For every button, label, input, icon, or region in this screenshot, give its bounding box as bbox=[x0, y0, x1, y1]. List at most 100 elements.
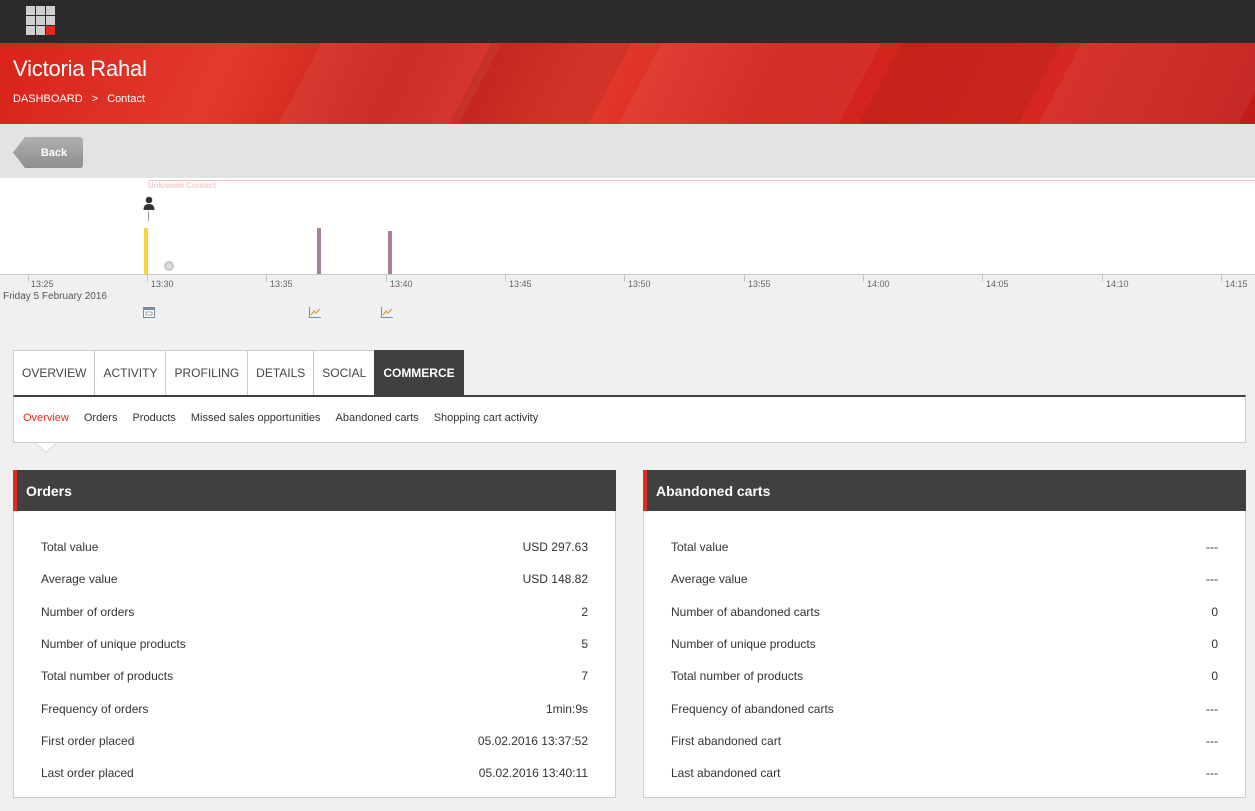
orders-row: Last order placed 05.02.2016 13:40:11 bbox=[41, 757, 588, 789]
tick bbox=[624, 274, 625, 282]
tick-label: 13:55 bbox=[748, 279, 771, 289]
activity-timeline: Unknown Contact bbox=[0, 178, 1255, 274]
row-label: Number of unique products bbox=[671, 637, 816, 652]
tick bbox=[982, 274, 983, 282]
orders-row: Total value USD 297.63 bbox=[41, 531, 588, 563]
row-value: --- bbox=[1206, 701, 1218, 716]
row-value: --- bbox=[1206, 766, 1218, 781]
row-label: Frequency of abandoned carts bbox=[671, 701, 834, 716]
app-menu-icon[interactable] bbox=[26, 6, 56, 36]
row-label: Average value bbox=[671, 572, 748, 587]
row-value: 0 bbox=[1211, 604, 1218, 619]
orders-row: Number of unique products 5 bbox=[41, 628, 588, 660]
subnav-shopping-cart-activity[interactable]: Shopping cart activity bbox=[434, 412, 539, 424]
timeline-date: Friday 5 February 2016 bbox=[3, 291, 107, 302]
subnav-abandoned-carts[interactable]: Abandoned carts bbox=[336, 412, 419, 424]
row-label: Total value bbox=[41, 540, 99, 555]
orders-row: Average value USD 148.82 bbox=[41, 563, 588, 595]
tick bbox=[147, 274, 148, 282]
commerce-subnav: Overview Orders Products Missed sales op… bbox=[13, 395, 1246, 453]
page-title: Victoria Rahal bbox=[13, 56, 147, 81]
carts-row: Number of unique products 0 bbox=[671, 628, 1218, 660]
tick bbox=[1221, 274, 1222, 282]
tab-commerce[interactable]: COMMERCE bbox=[374, 350, 464, 396]
carts-row: Last abandoned cart --- bbox=[671, 757, 1218, 789]
top-bar bbox=[0, 0, 1255, 43]
tab-profiling[interactable]: PROFILING bbox=[165, 350, 248, 396]
row-label: Total number of products bbox=[41, 669, 174, 684]
carts-row: Average value --- bbox=[671, 563, 1218, 595]
tick bbox=[386, 274, 387, 282]
tab-social[interactable]: SOCIAL bbox=[313, 350, 375, 396]
row-value: 2 bbox=[581, 604, 588, 619]
carts-row: Frequency of abandoned carts --- bbox=[671, 692, 1218, 724]
event-dot[interactable] bbox=[164, 261, 174, 271]
person-icon[interactable] bbox=[143, 196, 155, 210]
row-label: Total number of products bbox=[671, 669, 804, 684]
carts-row: Total value --- bbox=[671, 531, 1218, 563]
row-value: 1min:9s bbox=[545, 701, 588, 716]
timeline-stem bbox=[148, 211, 149, 221]
row-value: 0 bbox=[1211, 637, 1218, 652]
row-label: Average value bbox=[41, 572, 118, 587]
row-label: Total value bbox=[671, 540, 729, 555]
subnav-overview[interactable]: Overview bbox=[23, 412, 69, 424]
row-value: 7 bbox=[581, 669, 588, 684]
chart-icon[interactable] bbox=[381, 307, 393, 318]
back-button[interactable]: Back bbox=[13, 137, 83, 168]
orders-row: Number of orders 2 bbox=[41, 596, 588, 628]
subnav-products[interactable]: Products bbox=[132, 412, 175, 424]
tick bbox=[863, 274, 864, 282]
subnav-missed-sales[interactable]: Missed sales opportunities bbox=[191, 412, 321, 424]
orders-panel-title: Orders bbox=[13, 470, 616, 511]
tab-overview[interactable]: OVERVIEW bbox=[13, 350, 95, 396]
active-indicator bbox=[36, 443, 56, 452]
row-value: 05.02.2016 13:40:11 bbox=[478, 766, 588, 781]
row-label: First abandoned cart bbox=[671, 733, 782, 748]
row-value: --- bbox=[1206, 572, 1218, 587]
tick-label: 14:00 bbox=[867, 279, 890, 289]
row-label: Last order placed bbox=[41, 766, 134, 781]
row-value: --- bbox=[1206, 540, 1218, 555]
breadcrumb-current: Contact bbox=[107, 93, 146, 105]
tick-label: 13:50 bbox=[628, 279, 651, 289]
carts-row: Number of abandoned carts 0 bbox=[671, 596, 1218, 628]
breadcrumb-separator: > bbox=[91, 93, 99, 105]
chart-icon[interactable] bbox=[309, 307, 321, 318]
order-bar[interactable] bbox=[317, 228, 321, 274]
orders-panel: Orders Total value USD 297.63 Average val… bbox=[13, 470, 616, 798]
tick-label: 14:10 bbox=[1106, 279, 1129, 289]
timeline-axis: 13:25 13:30 13:35 13:40 13:45 13:50 13:5… bbox=[0, 274, 1255, 324]
subnav-orders[interactable]: Orders bbox=[84, 412, 118, 424]
toolbar: Back bbox=[0, 124, 1255, 178]
abandoned-carts-panel-title: Abandoned carts bbox=[643, 470, 1246, 511]
breadcrumb: DASHBOARD > Contact bbox=[13, 93, 145, 105]
calendar-icon[interactable] bbox=[143, 307, 155, 318]
row-label: Frequency of orders bbox=[41, 701, 149, 716]
breadcrumb-dashboard[interactable]: DASHBOARD bbox=[13, 93, 83, 105]
tick bbox=[744, 274, 745, 282]
tab-activity[interactable]: ACTIVITY bbox=[94, 350, 166, 396]
tick-label: 13:40 bbox=[390, 279, 413, 289]
row-label: Last abandoned cart bbox=[671, 766, 781, 781]
contact-tabs: OVERVIEW ACTIVITY PROFILING DETAILS SOCI… bbox=[13, 350, 464, 396]
tick-label: 13:30 bbox=[151, 279, 174, 289]
orders-row: First order placed 05.02.2016 13:37:52 bbox=[41, 725, 588, 757]
lane-label: Unknown Contact bbox=[148, 181, 216, 190]
row-value: USD 148.82 bbox=[522, 572, 588, 587]
lane-line bbox=[148, 180, 1255, 181]
carts-row: First abandoned cart --- bbox=[671, 725, 1218, 757]
tab-details[interactable]: DETAILS bbox=[247, 350, 314, 396]
row-label: First order placed bbox=[41, 733, 135, 748]
row-value: 5 bbox=[581, 637, 588, 652]
order-bar[interactable] bbox=[388, 231, 392, 274]
tick bbox=[266, 274, 267, 282]
row-value: USD 297.63 bbox=[522, 540, 588, 555]
tick bbox=[505, 274, 506, 282]
carts-row: Total number of products 0 bbox=[671, 660, 1218, 692]
tick bbox=[28, 274, 29, 282]
row-value: 05.02.2016 13:37:52 bbox=[477, 733, 588, 748]
row-value: --- bbox=[1206, 733, 1218, 748]
row-label: Number of unique products bbox=[41, 637, 186, 652]
visit-bar[interactable] bbox=[144, 228, 148, 274]
